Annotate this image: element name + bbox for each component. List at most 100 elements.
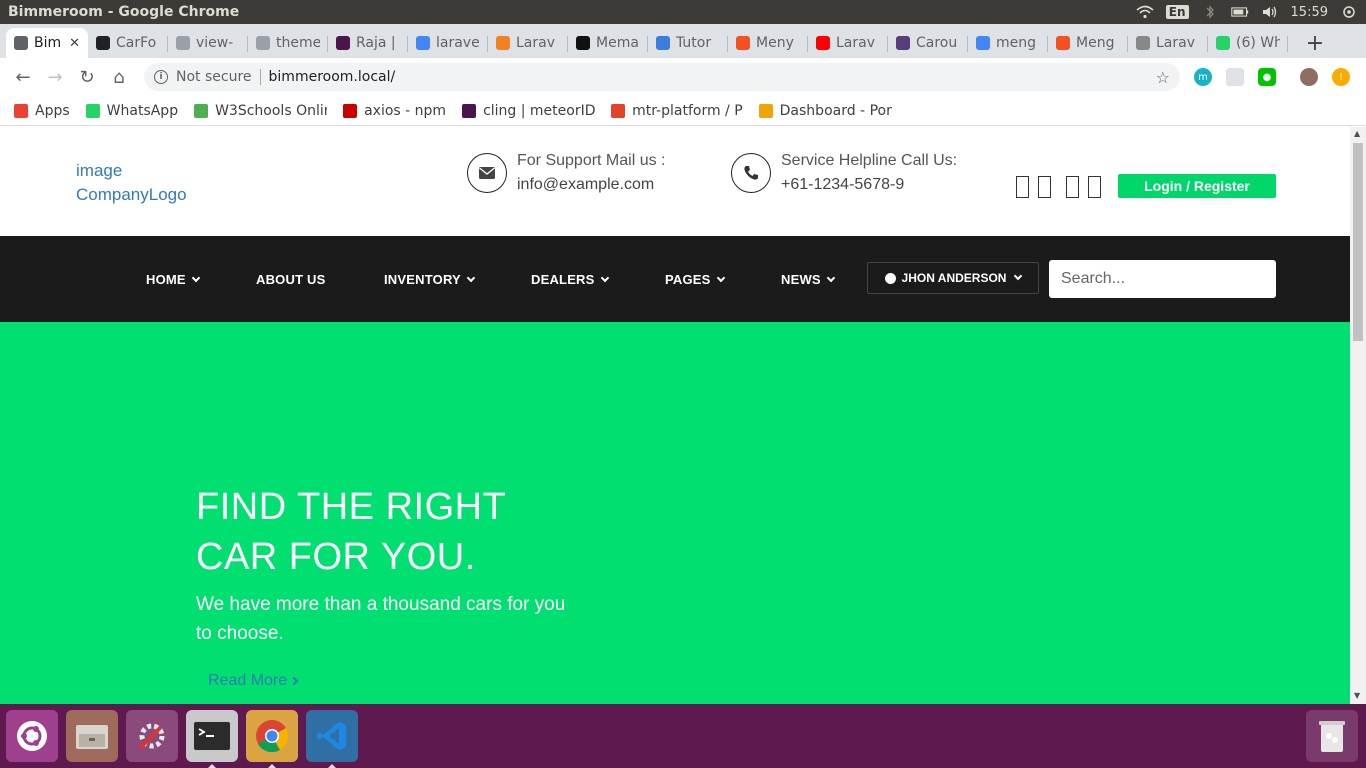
tab[interactable]: Raja | bbox=[328, 28, 408, 58]
back-icon[interactable]: ← bbox=[8, 62, 38, 92]
tab-label: (6) Wh bbox=[1236, 35, 1280, 51]
vscode-icon[interactable] bbox=[306, 710, 358, 768]
running-indicator bbox=[328, 764, 336, 768]
trash-icon[interactable] bbox=[1306, 710, 1358, 762]
login-register-button[interactable]: Login / Register bbox=[1118, 174, 1276, 198]
terminal-icon[interactable] bbox=[186, 710, 238, 768]
nav-item-dealers[interactable]: DEALERS bbox=[531, 272, 609, 287]
browser-tabstrip: Bim ✕ CarFo view-theme Raja | larave Larav Mema… bbox=[0, 24, 1366, 58]
home-icon[interactable]: ⌂ bbox=[104, 62, 134, 92]
google-plus-icon[interactable] bbox=[1088, 176, 1101, 198]
bookmark-label: axios - npm bbox=[364, 102, 447, 119]
tab[interactable]: meng bbox=[968, 28, 1048, 58]
tab[interactable]: Meny bbox=[728, 28, 808, 58]
tab[interactable]: Larav bbox=[488, 28, 568, 58]
scroll-thumb[interactable] bbox=[1353, 143, 1363, 341]
main-navigation: HOME ABOUT US INVENTORY DEALERS PAGES NEWS JH… bbox=[0, 236, 1350, 322]
bookmark-item[interactable]: axios - npm bbox=[343, 103, 446, 119]
bookmark-label: W3Schools Online bbox=[215, 102, 327, 119]
tab-label: CarFo bbox=[116, 35, 157, 51]
wifi-icon[interactable] bbox=[1136, 5, 1154, 19]
facebook-icon[interactable] bbox=[1016, 176, 1029, 198]
chevron-down-icon bbox=[600, 273, 609, 282]
user-dropdown[interactable]: JHON ANDERSON bbox=[867, 262, 1039, 294]
tab-favicon-icon bbox=[976, 36, 990, 50]
tab-label: Larav bbox=[1156, 35, 1195, 51]
read-more-link[interactable]: Read More bbox=[208, 672, 299, 690]
tab-label: view- bbox=[196, 35, 234, 51]
extension-line-icon[interactable]: ● bbox=[1258, 68, 1276, 86]
nav-item-label: HOME bbox=[146, 272, 186, 287]
extension-m-icon[interactable]: m bbox=[1194, 68, 1212, 86]
power-gear-icon[interactable] bbox=[1340, 5, 1358, 19]
forward-icon[interactable]: → bbox=[40, 62, 70, 92]
tab[interactable]: view- bbox=[168, 28, 248, 58]
nav-item-label: NEWS bbox=[781, 272, 821, 287]
bookmark-item[interactable]: WhatsApp bbox=[85, 103, 178, 119]
apps-grid-icon bbox=[14, 103, 28, 118]
extension-grid-icon[interactable] bbox=[1226, 68, 1244, 86]
running-indicator bbox=[268, 764, 276, 768]
update-alert-icon[interactable]: ! bbox=[1332, 68, 1350, 86]
site-search bbox=[1049, 260, 1276, 298]
bluetooth-icon[interactable] bbox=[1201, 5, 1219, 19]
volume-icon[interactable] bbox=[1261, 5, 1279, 19]
tab[interactable]: Larav bbox=[808, 28, 888, 58]
bookmark-favicon-icon bbox=[85, 103, 100, 118]
clock[interactable]: 15:59 bbox=[1291, 5, 1328, 20]
tab-active[interactable]: Bim ✕ bbox=[6, 28, 88, 58]
profile-avatar[interactable] bbox=[1300, 68, 1318, 86]
system-settings-icon[interactable] bbox=[126, 710, 178, 762]
address-bar[interactable]: i Not secure bimmeroom.local/ ☆ bbox=[144, 63, 1180, 91]
new-tab-button[interactable]: + bbox=[1300, 28, 1330, 58]
scroll-down-icon[interactable]: ▼ bbox=[1354, 691, 1360, 700]
scroll-up-icon[interactable]: ▲ bbox=[1354, 129, 1360, 138]
linkedin-icon[interactable] bbox=[1066, 176, 1079, 198]
bookmark-favicon-icon bbox=[343, 103, 358, 118]
bookmark-item[interactable]: mtr-platform / P bbox=[611, 103, 743, 119]
url-text[interactable]: bimmeroom.local/ bbox=[269, 69, 1156, 85]
nav-item-about-us[interactable]: ABOUT US bbox=[256, 272, 326, 287]
tab[interactable]: Tutor bbox=[648, 28, 728, 58]
twitter-icon[interactable] bbox=[1038, 176, 1051, 198]
chrome-icon[interactable] bbox=[246, 710, 298, 768]
read-more-label: Read More bbox=[208, 672, 288, 689]
bookmark-label: mtr-platform / P bbox=[632, 102, 743, 119]
bookmark-item[interactable]: W3Schools Online bbox=[194, 103, 327, 119]
tab[interactable]: (6) Wh bbox=[1208, 28, 1288, 58]
tab[interactable]: CarFo bbox=[88, 28, 168, 58]
chevron-down-icon bbox=[466, 273, 476, 282]
bookmark-item[interactable]: cling | meteorID bbox=[462, 103, 595, 119]
security-label[interactable]: Not secure bbox=[176, 69, 252, 85]
page-scrollbar[interactable]: ▲ ▼ bbox=[1350, 127, 1366, 704]
reload-icon[interactable]: ↻ bbox=[72, 62, 102, 92]
running-indicator bbox=[208, 764, 216, 768]
bookmark-item[interactable]: Dashboard - Port bbox=[758, 103, 892, 119]
battery-icon[interactable] bbox=[1230, 5, 1249, 19]
info-icon[interactable]: i bbox=[154, 70, 168, 84]
tab-favicon-icon bbox=[496, 36, 510, 50]
tab[interactable]: Meng bbox=[1048, 28, 1128, 58]
tab-close-icon[interactable]: ✕ bbox=[69, 36, 80, 51]
tab[interactable]: Larav bbox=[1128, 28, 1208, 58]
tab-label: Mema bbox=[596, 35, 639, 51]
nav-item-pages[interactable]: PAGES bbox=[665, 272, 725, 287]
nav-item-news[interactable]: NEWS bbox=[781, 272, 836, 287]
nav-item-home[interactable]: HOME bbox=[146, 272, 201, 287]
search-input[interactable] bbox=[1061, 270, 1268, 288]
nav-item-inventory[interactable]: INVENTORY bbox=[384, 272, 476, 287]
ubuntu-dash-icon[interactable] bbox=[6, 710, 58, 762]
company-logo[interactable]: image CompanyLogo bbox=[76, 159, 226, 207]
helpline-block: Service Helpline Call Us: +61-1234-5678-… bbox=[731, 149, 957, 197]
keyboard-language-indicator[interactable]: En bbox=[1165, 5, 1189, 19]
tab[interactable]: Carou bbox=[888, 28, 968, 58]
tab-favicon-icon bbox=[656, 36, 670, 50]
bookmark-star-icon[interactable]: ☆ bbox=[1156, 68, 1170, 87]
tab[interactable]: larave bbox=[408, 28, 488, 58]
hero-subtitle: We have more than a thousand cars for yo… bbox=[196, 594, 566, 644]
tab[interactable]: Mema bbox=[568, 28, 648, 58]
files-icon[interactable] bbox=[66, 710, 118, 762]
tab-favicon-icon bbox=[576, 36, 590, 50]
tab[interactable]: theme bbox=[248, 28, 328, 58]
apps-shortcut[interactable]: Apps bbox=[14, 103, 70, 119]
